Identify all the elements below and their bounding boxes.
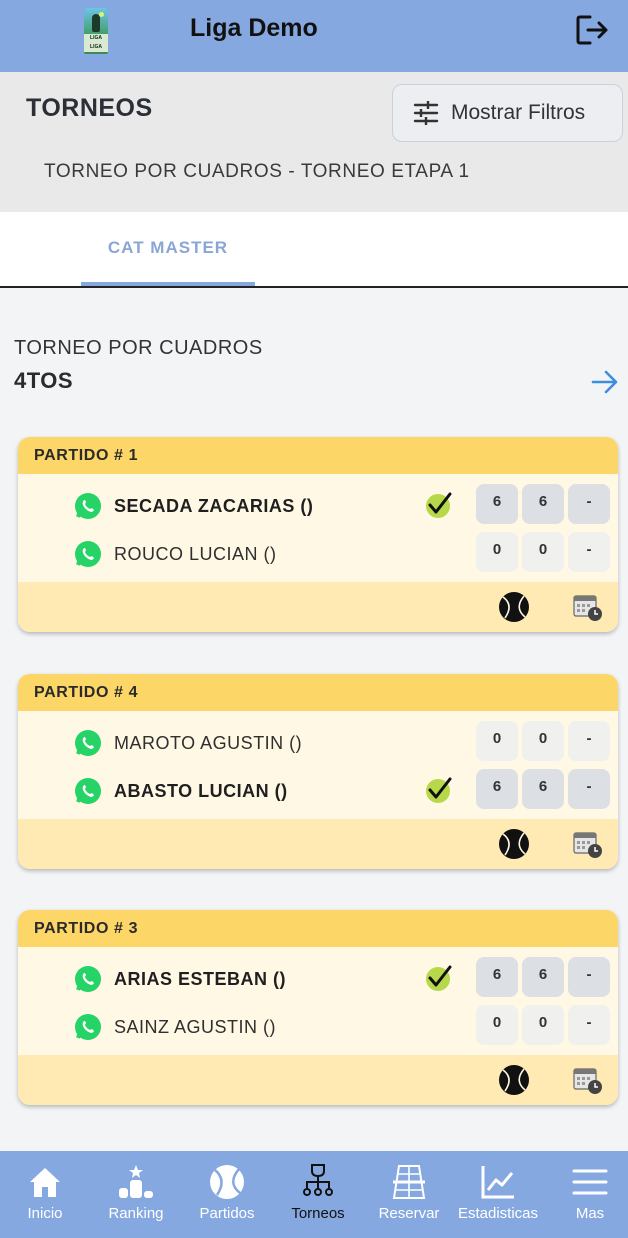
set-score: - [568,484,610,524]
player-row: SECADA ZACARIAS () 6 6 - [18,482,618,530]
court-icon [392,1165,426,1199]
match-card[interactable]: PARTIDO # 4 MAROTO AGUSTIN () 0 0 - ABAS… [18,674,618,869]
winner-check-icon [426,965,452,991]
set-score: 0 [476,1005,518,1045]
whatsapp-icon[interactable] [74,965,102,993]
nav-item-partidos[interactable]: Partidos [187,1151,267,1238]
whatsapp-icon[interactable] [74,540,102,568]
player-row: ROUCO LUCIAN () 0 0 - [18,530,618,578]
match-footer [18,582,618,632]
calendar-clock-icon[interactable] [573,1065,603,1095]
nav-item-estadisticas[interactable]: Estadisticas [458,1151,538,1238]
player-name: MAROTO AGUSTIN () [114,733,303,753]
page-title: TORNEOS [26,94,153,122]
nav-label: Ranking [108,1205,164,1222]
chart-icon [481,1166,514,1199]
nav-item-torneos[interactable]: Torneos [278,1151,358,1238]
set-score: 0 [522,721,564,761]
set-score: - [568,721,610,761]
match-card[interactable]: PARTIDO # 1 SECADA ZACARIAS () 6 6 - ROU… [18,437,618,632]
round-name: 4TOS [14,368,74,393]
winner-check-icon [426,492,452,518]
logout-icon[interactable] [576,14,610,46]
ball-icon [210,1165,244,1199]
nav-label: Mas [575,1205,605,1222]
tab-cat-master[interactable]: CAT MASTER [81,212,255,286]
nav-label: Reservar [378,1205,440,1222]
match-title: PARTIDO # 3 [18,910,618,947]
set-score: 6 [476,484,518,524]
nav-item-mas[interactable]: Mas [550,1151,628,1238]
set-score: 6 [522,957,564,997]
tournament-subtitle: TORNEO POR CUADROS - TORNEO ETAPA 1 [44,161,470,182]
whatsapp-icon[interactable] [74,777,102,805]
tennis-ball-icon[interactable] [498,828,530,860]
tab-active-indicator [81,282,255,286]
set-score: - [568,769,610,809]
match-footer [18,819,618,869]
set-score: 6 [476,957,518,997]
tab-label: CAT MASTER [107,238,229,257]
logo-text: LIGA LIGA [84,34,108,52]
calendar-clock-icon[interactable] [573,829,603,859]
set-score: - [568,532,610,572]
nav-item-reservar[interactable]: Reservar [369,1151,449,1238]
category-tabs: CAT MASTER [0,212,628,288]
set-score: 6 [522,769,564,809]
set-score: - [568,1005,610,1045]
player-name: SECADA ZACARIAS () [114,496,314,516]
winner-check-icon [426,777,452,803]
nav-label: Estadisticas [457,1205,539,1222]
show-filters-label: Mostrar Filtros [451,101,586,124]
match-title: PARTIDO # 4 [18,674,618,711]
set-score: 0 [476,532,518,572]
match-footer [18,1055,618,1105]
set-score: 0 [522,1005,564,1045]
nav-label: Partidos [199,1205,255,1222]
player-row: ABASTO LUCIAN () 6 6 - [18,767,618,815]
app-title: Liga Demo [190,14,318,42]
tennis-ball-icon[interactable] [498,591,530,623]
whatsapp-icon[interactable] [74,1013,102,1041]
menu-icon [572,1169,608,1195]
match-card[interactable]: PARTIDO # 3 ARIAS ESTEBAN () 6 6 - SAINZ… [18,910,618,1105]
filter-sliders-icon [413,101,439,125]
league-logo: LIGA LIGA [84,8,108,54]
player-row: MAROTO AGUSTIN () 0 0 - [18,719,618,767]
player-row: SAINZ AGUSTIN () 0 0 - [18,1003,618,1051]
set-score: 0 [476,721,518,761]
set-score: 6 [476,769,518,809]
player-name: ARIAS ESTEBAN () [114,969,287,989]
player-name: SAINZ AGUSTIN () [114,1017,277,1037]
nav-item-ranking[interactable]: Ranking [96,1151,176,1238]
player-name: ROUCO LUCIAN () [114,544,277,564]
tennis-ball-icon[interactable] [498,1064,530,1096]
bottom-nav: Inicio Ranking Partidos Torneos Reservar… [0,1151,628,1238]
calendar-clock-icon[interactable] [573,592,603,622]
set-score: 0 [522,532,564,572]
show-filters-button[interactable]: Mostrar Filtros [392,84,623,142]
nav-label: Torneos [291,1205,345,1222]
whatsapp-icon[interactable] [74,729,102,757]
home-icon [30,1168,60,1197]
ranking-icon [119,1165,153,1198]
bracket-icon [303,1164,333,1196]
whatsapp-icon[interactable] [74,492,102,520]
arrow-right-icon[interactable] [590,368,620,396]
nav-label: Inicio [27,1205,63,1222]
tournament-section: TORNEOS Mostrar Filtros TORNEO POR CUADR… [0,72,628,212]
nav-item-inicio[interactable]: Inicio [5,1151,85,1238]
player-row: ARIAS ESTEBAN () 6 6 - [18,955,618,1003]
round-type: TORNEO POR CUADROS [14,337,263,359]
app-header: LIGA LIGA Liga Demo [0,0,628,72]
match-title: PARTIDO # 1 [18,437,618,474]
set-score: - [568,957,610,997]
set-score: 6 [522,484,564,524]
player-name: ABASTO LUCIAN () [114,781,288,801]
